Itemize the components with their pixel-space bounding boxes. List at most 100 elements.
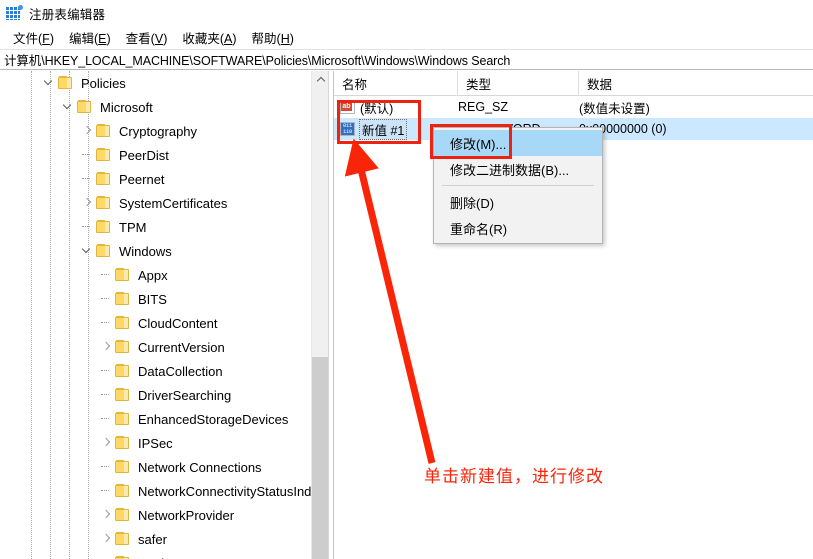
folder-icon <box>115 460 133 474</box>
tree-node-ipsec[interactable]: IPSec <box>0 431 311 455</box>
tree-node-label: Peernet <box>119 171 165 187</box>
cell-type: REG_SZ <box>458 100 509 114</box>
ctx-delete[interactable]: 删除(D) <box>434 189 602 215</box>
scrollbar-thumb[interactable] <box>312 357 328 559</box>
menu-bar: 文件(F) 编辑(E) 查看(V) 收藏夹(A) 帮助(H) <box>0 27 813 48</box>
tree-node-tpm[interactable]: TPM <box>0 215 311 239</box>
table-row[interactable]: ab (默认) REG_SZ (数值未设置) <box>334 96 813 118</box>
tree-node-driversearching[interactable]: DriverSearching <box>0 383 311 407</box>
chevron-down-icon[interactable] <box>80 239 96 263</box>
tree-node-networkprovider[interactable]: NetworkProvider <box>0 503 311 527</box>
tree-node-microsoft[interactable]: Microsoft <box>0 95 311 119</box>
column-header-label: 数据 <box>587 78 613 92</box>
tree-node-datacollection[interactable]: DataCollection <box>0 359 311 383</box>
chevron-right-icon[interactable] <box>99 527 115 551</box>
chevron-right-icon[interactable] <box>99 431 115 455</box>
tree-node-peerdist[interactable]: PeerDist <box>0 143 311 167</box>
column-data[interactable]: 数据 <box>579 71 813 96</box>
menu-file[interactable]: 文件(F) <box>6 26 62 49</box>
column-header-label: 类型 <box>466 78 492 92</box>
menu-view[interactable]: 查看(V) <box>119 26 176 49</box>
tree-scroll-area: Policies Microsoft Cryptography PeerDist Pee… <box>0 71 311 559</box>
tree-leaf-connector-icon <box>99 287 115 311</box>
context-menu[interactable]: 修改(M)... 修改二进制数据(B)... 删除(D) 重命名(R) <box>433 127 603 244</box>
pane-splitter[interactable] <box>328 71 332 559</box>
menu-favorites[interactable]: 收藏夹(A) <box>175 26 244 49</box>
tree-leaf-connector-icon <box>99 311 115 335</box>
tree-node-currentversion[interactable]: CurrentVersion <box>0 335 311 359</box>
folder-icon <box>115 292 133 306</box>
ctx-modify[interactable]: 修改(M)... <box>434 130 602 156</box>
tree-node-label: EnhancedStorageDevices <box>138 411 289 427</box>
tree-leaf-connector-icon <box>99 383 115 407</box>
tree-node-bits[interactable]: BITS <box>0 287 311 311</box>
address-bar[interactable]: 计算机\HKEY_LOCAL_MACHINE\SOFTWARE\Policies… <box>0 49 813 70</box>
tree-node-enhancedstoragedevices[interactable]: EnhancedStorageDevices <box>0 407 311 431</box>
folder-icon <box>96 148 114 162</box>
column-type[interactable]: 类型 <box>458 71 579 96</box>
ctx-rename[interactable]: 重命名(R) <box>434 215 602 241</box>
tree-node-settingsync[interactable]: SettingSync <box>0 551 311 559</box>
menu-label: 编辑(E) <box>68 32 111 46</box>
registry-tree: Policies Microsoft Cryptography PeerDist Pee… <box>0 71 311 559</box>
tree-node-cryptography[interactable]: Cryptography <box>0 119 311 143</box>
chevron-right-icon[interactable] <box>99 503 115 527</box>
menu-label: 收藏夹(A) <box>182 32 237 46</box>
chevron-down-icon[interactable] <box>42 71 58 95</box>
tree-node-cloudcontent[interactable]: CloudContent <box>0 311 311 335</box>
tree-node-label: IPSec <box>138 435 173 451</box>
folder-icon <box>115 508 133 522</box>
tree-node-safer[interactable]: safer <box>0 527 311 551</box>
tree-node-peernet[interactable]: Peernet <box>0 167 311 191</box>
context-menu-item-label: 修改(M)... <box>450 136 507 152</box>
tree-vertical-scrollbar[interactable] <box>311 71 328 559</box>
tree-leaf-connector-icon <box>99 479 115 503</box>
tree-node-label: BITS <box>138 291 167 307</box>
tree-node-systemcertificates[interactable]: SystemCertificates <box>0 191 311 215</box>
cell-name: 011 110 新值 #1 <box>340 118 408 140</box>
tree-node-label: PeerDist <box>119 147 169 163</box>
chevron-down-icon[interactable] <box>61 95 77 119</box>
scroll-up-arrow-icon[interactable] <box>312 71 328 88</box>
menu-help[interactable]: 帮助(H) <box>245 26 302 49</box>
folder-icon <box>77 100 95 114</box>
folder-icon <box>96 220 114 234</box>
tree-node-label: SystemCertificates <box>119 195 228 211</box>
ctx-modify-binary[interactable]: 修改二进制数据(B)... <box>434 156 602 182</box>
tree-node-windows[interactable]: Windows <box>0 239 311 263</box>
menu-edit[interactable]: 编辑(E) <box>62 26 119 49</box>
tree-leaf-connector-icon <box>80 215 96 239</box>
context-menu-item-label: 删除(D) <box>450 195 495 211</box>
chevron-right-icon[interactable] <box>80 191 96 215</box>
chevron-right-icon[interactable] <box>80 119 96 143</box>
value-name: (默认) <box>360 101 394 116</box>
tree-node-label: NetworkProvider <box>138 507 235 523</box>
tree-leaf-connector-icon <box>99 263 115 287</box>
column-name[interactable]: 名称 <box>334 71 458 96</box>
tree-node-network-connections[interactable]: Network Connections <box>0 455 311 479</box>
tree-leaf-connector-icon <box>80 167 96 191</box>
chevron-right-icon[interactable] <box>99 335 115 359</box>
tree-node-label: Network Connections <box>138 459 262 475</box>
tree-node-networkconnectivitystatusindi[interactable]: NetworkConnectivityStatusIndi <box>0 479 311 503</box>
folder-icon <box>58 76 76 90</box>
tree-leaf-connector-icon <box>99 455 115 479</box>
tree-node-label: DriverSearching <box>138 387 232 403</box>
tree-node-label: NetworkConnectivityStatusIndi <box>138 483 311 499</box>
tree-node-policies[interactable]: Policies <box>0 71 311 95</box>
tree-node-appx[interactable]: Appx <box>0 263 311 287</box>
tree-node-label: Cryptography <box>119 123 198 139</box>
